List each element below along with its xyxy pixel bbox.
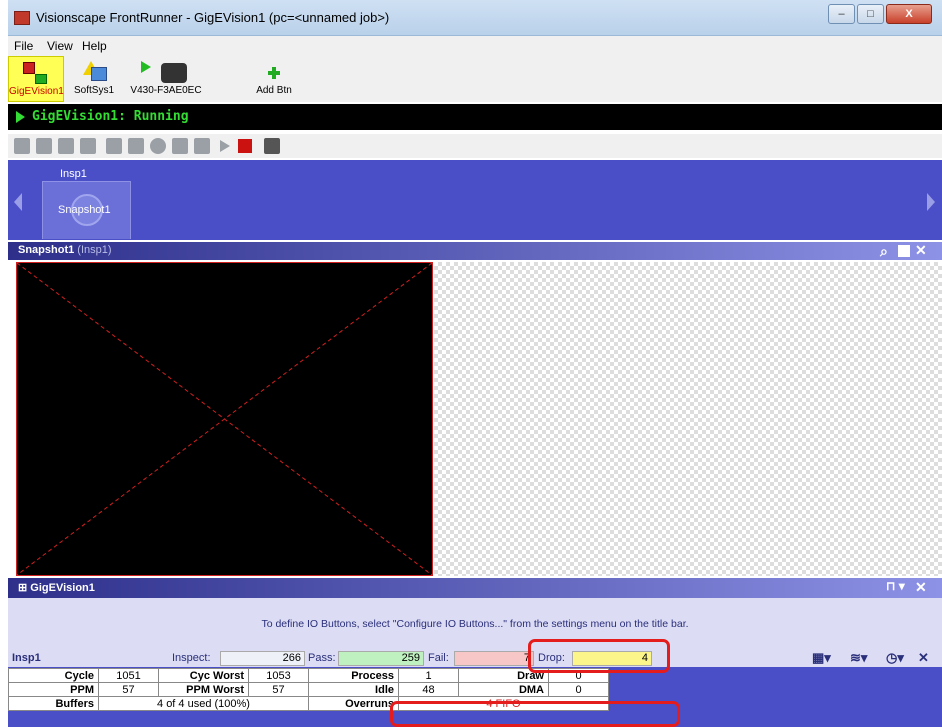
table-row: PPM 57 PPM Worst 57 Idle 48 DMA 0 [8, 682, 609, 697]
view-title-text: Snapshot1 [18, 244, 75, 256]
camera-device-icon [21, 60, 51, 86]
io-title-text: GigEVision1 [30, 582, 95, 594]
inspect-label: Inspect: [172, 652, 211, 664]
properties-icon[interactable] [264, 138, 280, 154]
device-label: V430-F3AE0EC [130, 85, 202, 96]
pass-label: Pass: [308, 652, 336, 664]
table-row: Cycle 1051 Cyc Worst 1053 Process 1 Draw… [8, 668, 609, 683]
device-label: Add Btn [256, 85, 292, 96]
menu-file[interactable]: File [14, 39, 33, 53]
close-button[interactable]: X [886, 4, 932, 24]
cyc-worst-value: 1053 [248, 668, 309, 683]
status-text: GigEVision1: Running [32, 109, 189, 124]
process-label: Process [308, 668, 399, 683]
cycle-label: Cycle [8, 668, 99, 683]
image-view[interactable] [16, 262, 433, 576]
export-icon[interactable] [194, 138, 210, 154]
snapshot-tile[interactable]: Snapshot1 [42, 181, 131, 239]
drop-highlight [528, 639, 670, 673]
io-settings-icon[interactable]: ✕ [915, 579, 927, 596]
ppm-worst-value: 57 [248, 682, 309, 697]
record-icon[interactable] [150, 138, 166, 154]
new-icon[interactable] [14, 138, 30, 154]
toolbar [8, 134, 942, 158]
stop-icon[interactable] [238, 139, 252, 153]
io-message: To define IO Buttons, select "Configure … [261, 618, 689, 630]
v430-camera-icon [141, 59, 191, 85]
snapshot-label: Snapshot1 [58, 204, 111, 216]
softsys-warning-icon [79, 59, 109, 85]
idle-label: Idle [308, 682, 399, 697]
import-icon[interactable] [172, 138, 188, 154]
title-bar: Visionscape FrontRunner - GigEVision1 (p… [8, 0, 942, 36]
view-header: Snapshot1 (Insp1) ⌕ ✕ [8, 242, 942, 260]
buffers-label: Buffers [8, 696, 99, 711]
stats-menu-icon[interactable]: ≋▾ [850, 650, 867, 666]
io-menu-icon[interactable]: ⊓ ▾ [886, 579, 905, 593]
inspection-label: Insp1 [60, 168, 87, 180]
fail-label: Fail: [428, 652, 449, 664]
minimize-button[interactable]: – [828, 4, 855, 24]
play-icon [16, 111, 25, 123]
open-icon[interactable] [36, 138, 52, 154]
save-icon[interactable] [58, 138, 74, 154]
save-image-icon[interactable] [898, 245, 910, 257]
io-header: ⊞ GigEVision1 ⊓ ▾ ✕ [8, 578, 942, 598]
dma-label: DMA [458, 682, 549, 697]
maximize-button[interactable]: □ [857, 4, 884, 24]
overruns-highlight [390, 701, 680, 727]
empty-canvas [434, 262, 942, 576]
scroll-right-icon[interactable] [927, 193, 935, 211]
results-settings-icon[interactable]: ✕ [918, 650, 929, 666]
scroll-left-icon[interactable] [14, 193, 22, 211]
inspection-panel [8, 160, 942, 240]
view-title: Snapshot1 (Insp1) [18, 244, 112, 256]
process-value: 1 [398, 668, 459, 683]
device-softsys1[interactable]: SoftSys1 [66, 56, 122, 102]
menu-view[interactable]: View [47, 39, 73, 53]
download-icon[interactable] [80, 138, 96, 154]
run-icon[interactable] [220, 140, 230, 152]
ppm-value: 57 [98, 682, 159, 697]
menu-help[interactable]: Help [82, 39, 107, 53]
device-bar: GigEVision1 SoftSys1 V430-F3AE0EC Add Bt… [8, 56, 942, 102]
fail-value: 7 [454, 651, 534, 666]
timer-icon[interactable]: ◷▾ [886, 650, 904, 666]
buffers-value: 4 of 4 used (100%) [98, 696, 309, 711]
upload-all-icon[interactable] [128, 138, 144, 154]
add-icon [259, 59, 289, 85]
io-buttons-area: To define IO Buttons, select "Configure … [8, 598, 942, 650]
device-gigevision1[interactable]: GigEVision1 [8, 56, 64, 102]
zoom-icon[interactable]: ⌕ [880, 243, 888, 260]
settings-icon[interactable]: ✕ [915, 242, 927, 259]
window-title: Visionscape FrontRunner - GigEVision1 (p… [36, 10, 390, 25]
inspect-value: 266 [220, 651, 305, 666]
pass-value: 259 [338, 651, 424, 666]
io-title: ⊞ GigEVision1 [18, 582, 95, 594]
dma-value: 0 [548, 682, 609, 697]
view-subtitle: (Insp1) [77, 244, 112, 256]
upload-icon[interactable] [106, 138, 122, 154]
idle-value: 48 [398, 682, 459, 697]
app-icon [14, 11, 30, 25]
cyc-worst-label: Cyc Worst [158, 668, 249, 683]
ppm-label: PPM [8, 682, 99, 697]
add-button[interactable]: Add Btn [252, 56, 296, 102]
ppm-worst-label: PPM Worst [158, 682, 249, 697]
inspection-results-bar: Insp1 Inspect: 266 Pass: 259 Fail: 7 Dro… [8, 650, 942, 667]
insp-name: Insp1 [12, 652, 41, 664]
status-bar: GigEVision1: Running [8, 104, 942, 130]
device-v430[interactable]: V430-F3AE0EC [126, 56, 206, 102]
menu-bar: File View Help [8, 36, 942, 56]
overruns-label: Overruns [308, 696, 399, 711]
device-label: GigEVision1 [9, 86, 64, 97]
table-view-icon[interactable]: ▦▾ [812, 650, 831, 666]
cycle-value: 1051 [98, 668, 159, 683]
no-image-cross [17, 263, 432, 575]
device-label: SoftSys1 [73, 85, 115, 96]
